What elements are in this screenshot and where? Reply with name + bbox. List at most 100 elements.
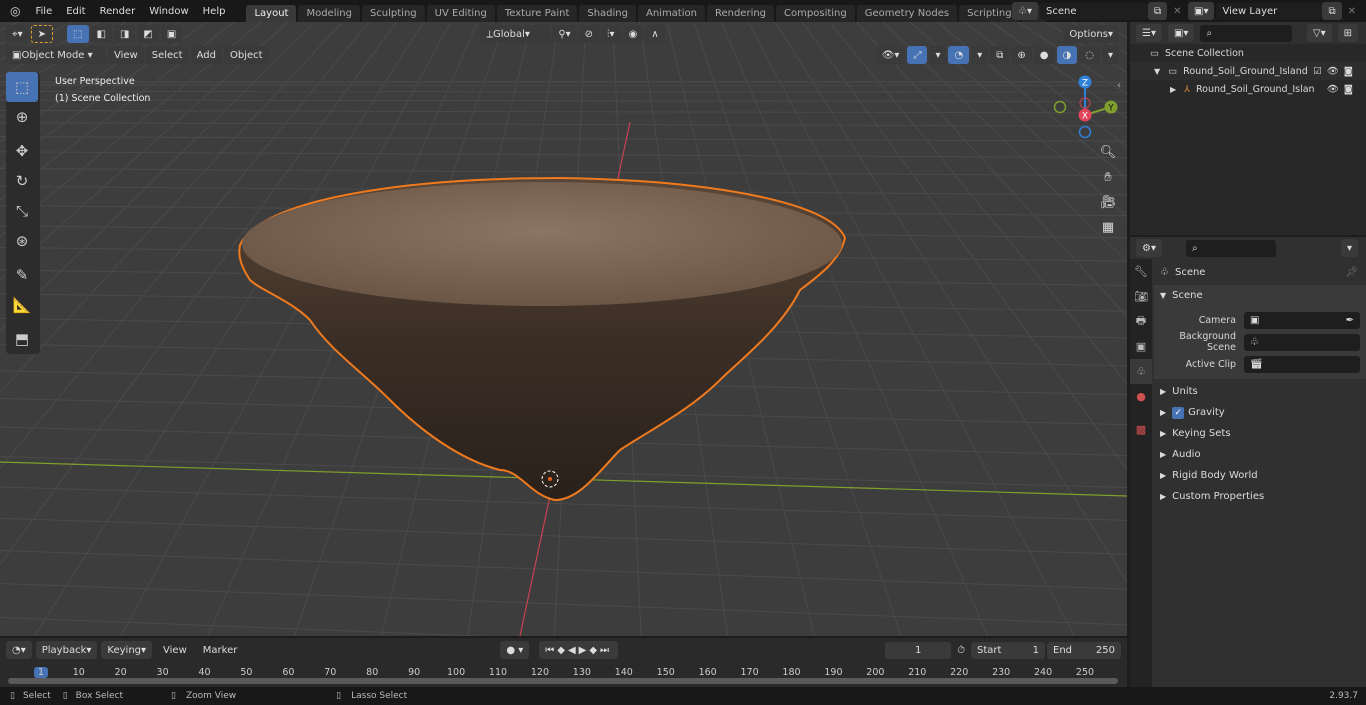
select-mode-new-icon[interactable]: ⬚ — [67, 25, 89, 43]
snap-target-icon[interactable]: ⫶▾ — [601, 25, 621, 43]
new-collection-icon[interactable]: ⊞ — [1337, 24, 1358, 42]
rotate-tool-icon[interactable]: ↻ — [6, 166, 38, 196]
gravity-checkbox[interactable]: ✓ — [1172, 406, 1185, 419]
select-mode-subtract-icon[interactable]: ◨ — [113, 25, 136, 43]
menu-window[interactable]: Window — [142, 6, 195, 17]
panel-scene-header[interactable]: ▼ Scene — [1154, 285, 1366, 306]
playhead[interactable]: 1 — [33, 667, 49, 678]
select-mode-intersect-icon[interactable]: ▣ — [160, 25, 183, 43]
gizmo-dropdown[interactable]: ▾ — [929, 46, 947, 64]
overlays-toggle-icon[interactable]: ◔ — [948, 46, 970, 64]
cursor-tool-icon[interactable]: ⊕ — [6, 102, 38, 132]
delete-scene-icon[interactable]: ✕ — [1169, 6, 1185, 17]
panel-units[interactable]: ▶ Units — [1154, 381, 1366, 402]
properties-search-input[interactable]: ⌕ — [1185, 239, 1276, 257]
display-mode-icon[interactable]: ☰▾ — [1136, 24, 1162, 42]
falloff-icon[interactable]: ∧ — [645, 25, 665, 43]
tool-tab-icon[interactable]: 🔧︎ — [1130, 259, 1152, 284]
visibility-toggles[interactable]: 👁︎◙ — [1327, 84, 1358, 95]
outliner-scene-collection[interactable]: ▭ Scene Collection — [1130, 44, 1366, 62]
tab-sculpting[interactable]: Sculpting — [361, 5, 425, 22]
scene-tab-icon[interactable]: ♧ — [1130, 359, 1152, 384]
blender-logo-icon[interactable]: ◎ — [0, 4, 28, 18]
menu-render[interactable]: Render — [93, 6, 143, 17]
outliner-item[interactable]: ▼ ▭ Round_Soil_Ground_Island ☑👁︎◙ — [1130, 62, 1366, 80]
orientation-dropdown[interactable]: ⟂ Global ▾ — [480, 25, 551, 43]
measure-tool-icon[interactable]: 📐 — [6, 290, 38, 320]
select-mode-extend-icon[interactable]: ◧ — [90, 25, 112, 43]
move-tool-icon[interactable]: ✥ — [6, 136, 38, 166]
gizmo-toggle-icon[interactable]: ⤢ — [907, 46, 928, 64]
menu-help[interactable]: Help — [196, 6, 233, 17]
panel-rigid-body-world[interactable]: ▶ Rigid Body World — [1154, 465, 1366, 486]
expand-icon[interactable]: ▼ — [1154, 67, 1160, 76]
editor-type-icon[interactable]: ⌖▾ — [6, 25, 29, 43]
menu-add[interactable]: Add — [190, 46, 222, 64]
timeline-scrollbar[interactable] — [8, 678, 1118, 684]
pivot-icon[interactable]: ⚲▾ — [552, 25, 577, 43]
tab-uv-editing[interactable]: UV Editing — [426, 5, 495, 22]
menu-edit[interactable]: Edit — [59, 6, 92, 17]
properties-options-icon[interactable]: ▾ — [1340, 239, 1358, 257]
menu-object[interactable]: Object — [223, 46, 269, 64]
shading-material-icon[interactable]: ◑ — [1056, 46, 1078, 64]
sidebar-toggle-icon[interactable]: ‹ — [1117, 80, 1121, 91]
view-layer-filter-icon[interactable]: ▣▾ — [1167, 24, 1195, 42]
camera-view-icon[interactable]: 🎥︎ — [1096, 190, 1120, 215]
view-layer-icon[interactable]: ▣▾ — [1188, 2, 1215, 20]
tweak-tool-icon[interactable]: ➤ — [30, 25, 54, 43]
tab-scripting[interactable]: Scripting — [959, 5, 1020, 22]
menu-file[interactable]: File — [28, 6, 59, 17]
world-tab-icon[interactable]: ● — [1130, 384, 1152, 409]
shading-dropdown[interactable]: ▾ — [1101, 46, 1119, 64]
zoom-icon[interactable]: 🔍︎ — [1096, 140, 1120, 165]
expand-icon[interactable]: ▶ — [1170, 85, 1176, 94]
tab-modeling[interactable]: Modeling — [298, 5, 360, 22]
new-view-layer-icon[interactable]: ⧉ — [1322, 2, 1342, 20]
active-clip-field[interactable]: 🎬︎ — [1244, 355, 1360, 373]
panel-audio[interactable]: ▶ Audio — [1154, 444, 1366, 465]
menu-view[interactable]: View — [108, 46, 144, 64]
background-scene-field[interactable]: ♧ — [1244, 333, 1360, 351]
new-scene-icon[interactable]: ⧉ — [1147, 2, 1168, 20]
visibility-toggles[interactable]: ☑👁︎◙ — [1313, 66, 1358, 77]
editor-type-icon[interactable]: ⚙▾ — [1136, 239, 1162, 257]
eyedropper-icon[interactable]: ✒ — [1346, 315, 1354, 326]
pin-icon[interactable]: 📌︎ — [1345, 267, 1358, 278]
tab-shading[interactable]: Shading — [579, 5, 636, 22]
filter-icon[interactable]: ▽▾ — [1306, 24, 1332, 42]
tab-compositing[interactable]: Compositing — [776, 5, 855, 22]
panel-gravity[interactable]: ▶ ✓ Gravity — [1154, 402, 1366, 423]
shading-rendered-icon[interactable]: ◌ — [1079, 46, 1100, 64]
visibility-icon[interactable]: 👁▾ — [875, 46, 906, 64]
outliner-search-input[interactable]: ⌕ — [1200, 24, 1293, 42]
shading-solid-icon[interactable]: ● — [1033, 46, 1055, 64]
scene-icon[interactable]: ♧▾ — [1012, 2, 1038, 20]
select-mode-invert-icon[interactable]: ◩ — [137, 25, 159, 43]
annotate-tool-icon[interactable]: ✎ — [6, 260, 38, 290]
tab-texture-paint[interactable]: Texture Paint — [496, 5, 578, 22]
output-tab-icon[interactable]: 🖶 — [1130, 309, 1152, 334]
tab-rendering[interactable]: Rendering — [706, 5, 775, 22]
pan-hand-icon[interactable]: ✋︎ — [1096, 165, 1120, 190]
tab-layout[interactable]: Layout — [246, 5, 297, 22]
render-tab-icon[interactable]: 📷︎ — [1130, 284, 1152, 309]
view-layer-tab-icon[interactable]: ▣ — [1130, 334, 1152, 359]
panel-custom-properties[interactable]: ▶ Custom Properties — [1154, 486, 1366, 507]
menu-select[interactable]: Select — [145, 46, 189, 64]
delete-view-layer-icon[interactable]: ✕ — [1344, 6, 1360, 17]
proportional-edit-icon[interactable]: ◉ — [622, 25, 644, 43]
snap-icon[interactable]: ⊘ — [578, 25, 600, 43]
panel-keying-sets[interactable]: ▶ Keying Sets — [1154, 423, 1366, 444]
camera-field[interactable]: ▣ ✒ — [1244, 311, 1360, 329]
tab-animation[interactable]: Animation — [637, 5, 705, 22]
view-layer-field[interactable]: View Layer — [1216, 2, 1323, 20]
scene-name-field[interactable]: Scene — [1039, 2, 1148, 20]
transform-tool-icon[interactable]: ⊛ — [6, 226, 38, 256]
ortho-grid-icon[interactable]: ▦ — [1096, 215, 1120, 240]
overlays-dropdown[interactable]: ▾ — [971, 46, 989, 64]
scale-tool-icon[interactable]: ⤡ — [6, 196, 38, 226]
mode-dropdown[interactable]: ▣ Object Mode ▾ — [6, 46, 106, 64]
outliner-item[interactable]: ▶ ⅄ Round_Soil_Ground_Islan 👁︎◙ — [1130, 80, 1366, 98]
rock-object[interactable] — [0, 22, 1127, 636]
